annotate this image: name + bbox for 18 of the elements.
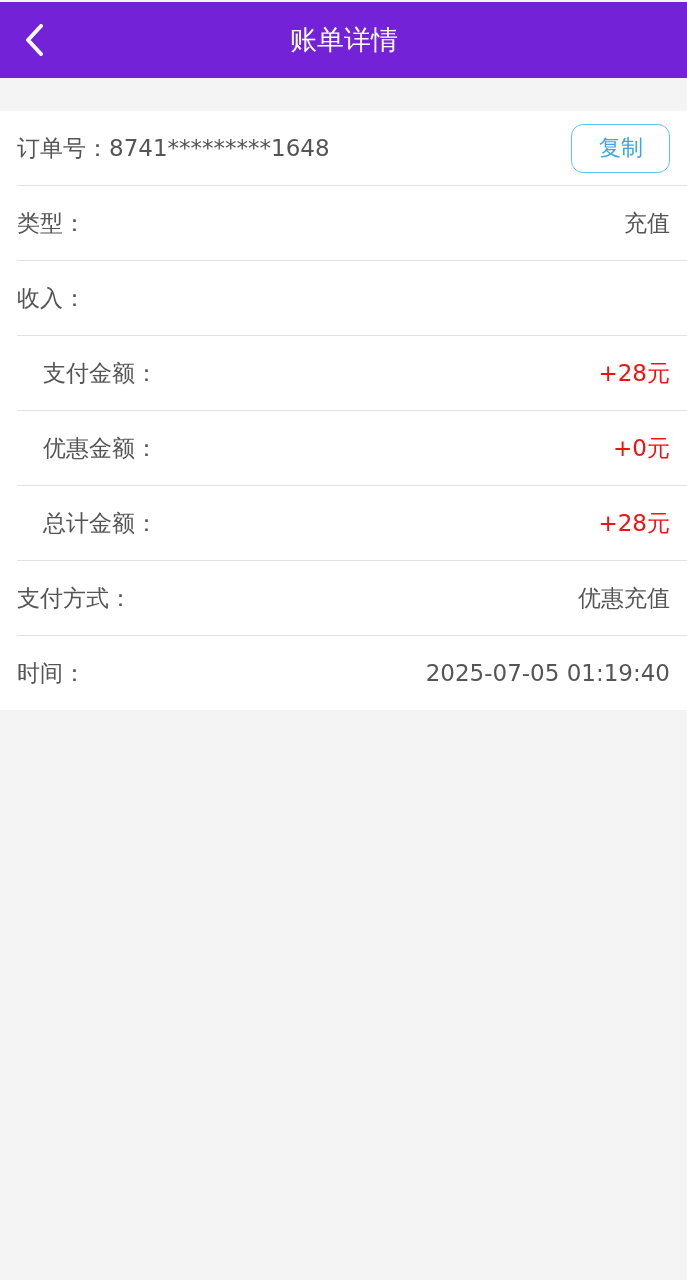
amount-value: +28元 [598,358,670,388]
row-label: 优惠金额： [42,433,158,463]
row-label: 支付方式： [17,583,132,613]
page-title: 账单详情 [289,23,398,57]
amount-value: +28元 [598,508,670,538]
row-value: 优惠充值 [578,583,670,613]
back-icon [24,24,44,56]
amount-value: +0元 [613,433,670,463]
order-number: 8741*********1648 [109,135,330,161]
row-label: 订单号： [17,133,109,163]
row-label: 支付金额： [42,358,158,388]
row-value: 2025-07-05 01:19:40 [425,660,670,686]
row-label: 时间： [17,658,86,688]
copy-button[interactable]: 复制 [571,123,670,173]
row-value: 充值 [624,208,670,238]
row-label: 收入： [17,283,86,313]
row-label: 类型： [17,208,86,238]
row-label: 总计金额： [42,508,158,538]
